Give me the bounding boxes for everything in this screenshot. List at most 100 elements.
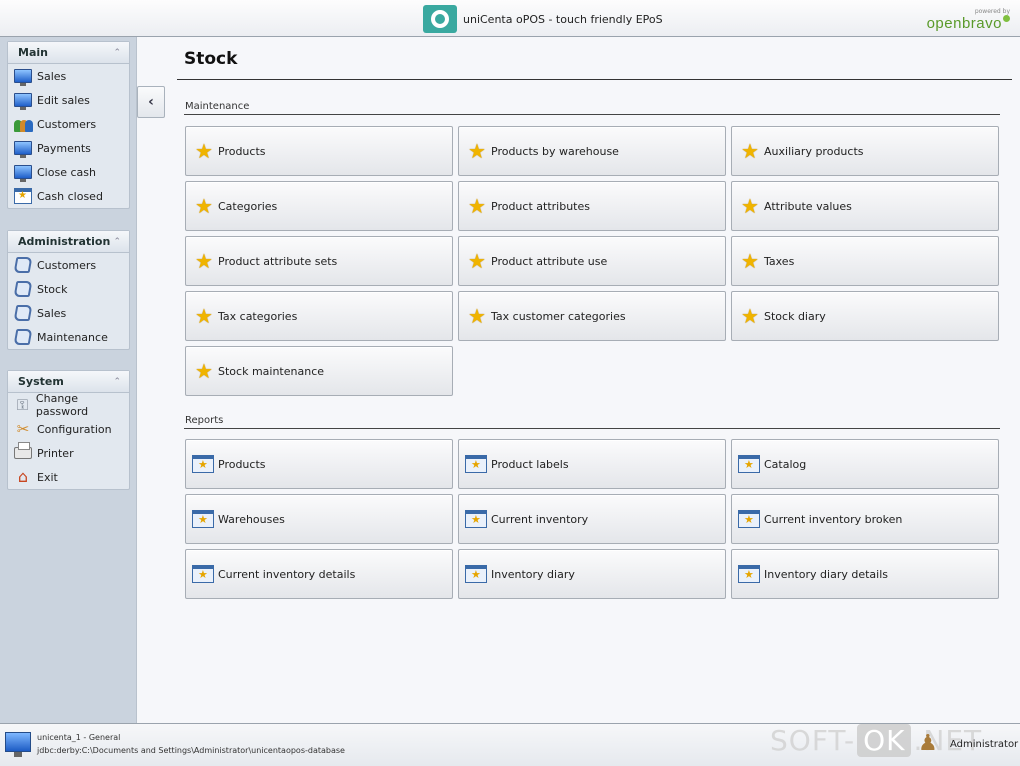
section-divider	[184, 428, 1000, 429]
watermark-text-ok: OK	[857, 724, 912, 757]
chevron-up-icon[interactable]: ⌃	[113, 237, 121, 247]
sidebar-group-title: Main	[18, 46, 48, 59]
report-icon	[192, 455, 214, 473]
tile-report-products[interactable]: Products	[185, 439, 453, 489]
section-divider	[184, 114, 1000, 115]
app-logo-icon	[423, 5, 457, 33]
tile-label: Categories	[218, 199, 278, 213]
tile-label: Current inventory details	[218, 567, 356, 581]
tile-label: Inventory diary	[491, 567, 575, 581]
main-panel: Stock Maintenance ★ Products ★ Products by…	[137, 37, 1020, 723]
chevron-up-icon[interactable]: ⌃	[113, 377, 121, 387]
sidebar-group-header[interactable]: Main ⌃	[8, 42, 129, 64]
monitor-icon	[14, 93, 32, 110]
chevron-left-icon: ‹	[148, 94, 154, 110]
report-icon	[192, 565, 214, 583]
tile-label: Stock diary	[764, 309, 826, 323]
sidebar-item-printer[interactable]: Printer	[8, 441, 129, 465]
report-icon	[738, 510, 760, 528]
house-icon: ⌂	[17, 467, 29, 486]
tile-report-current-inventory-broken[interactable]: Current inventory broken	[731, 494, 999, 544]
tile-report-inventory-diary-details[interactable]: Inventory diary details	[731, 549, 999, 599]
sidebar-item-close-cash[interactable]: Close cash	[8, 160, 129, 184]
sidebar-item-label: Close cash	[37, 165, 96, 179]
sidebar-item-label: Sales	[37, 69, 67, 83]
sidebar-item-label: Configuration	[37, 422, 112, 436]
sidebar-item-exit[interactable]: ⌂ Exit	[8, 465, 129, 489]
star-icon: ★	[195, 304, 213, 328]
tile-report-current-inventory[interactable]: Current inventory	[458, 494, 726, 544]
status-host: unicenta_1 - General	[37, 733, 121, 742]
report-icon	[738, 455, 760, 473]
sidebar-item-maintenance[interactable]: Maintenance	[8, 325, 129, 349]
brand-name: openbravo	[926, 15, 1002, 32]
sidebar-item-stock[interactable]: Stock	[8, 277, 129, 301]
tools-icon: ✂	[16, 420, 30, 438]
sidebar-item-label: Customers	[37, 117, 97, 131]
sidebar-item-cash-closed[interactable]: Cash closed	[8, 184, 129, 208]
sidebar-item-configuration[interactable]: ✂ Configuration	[8, 417, 129, 441]
tile-product-attributes[interactable]: ★ Product attributes	[458, 181, 726, 231]
sidebar-item-label: Printer	[37, 446, 74, 460]
sidebar-item-admin-customers[interactable]: Customers	[8, 253, 129, 277]
sidebar-group-administration: Administration ⌃ Customers Stock Sales M…	[7, 230, 130, 350]
collapse-sidebar-button[interactable]: ‹	[137, 86, 165, 118]
star-icon: ★	[195, 139, 213, 163]
tile-stock-diary[interactable]: ★ Stock diary	[731, 291, 999, 341]
tile-label: Taxes	[764, 254, 795, 268]
report-icon	[465, 455, 487, 473]
sidebar-item-label: Customers	[37, 258, 97, 272]
sidebar-item-edit-sales[interactable]: Edit sales	[8, 88, 129, 112]
tile-products[interactable]: ★ Products	[185, 126, 453, 176]
sidebar-item-admin-sales[interactable]: Sales	[8, 301, 129, 325]
tile-label: Product attribute sets	[218, 254, 338, 268]
app-title: uniCenta oPOS - touch friendly EPoS	[463, 12, 663, 26]
app-title-group: uniCenta oPOS - touch friendly EPoS	[423, 5, 663, 33]
sidebar-item-label: Change password	[35, 392, 89, 418]
tile-product-attribute-sets[interactable]: ★ Product attribute sets	[185, 236, 453, 286]
sidebar-item-sales[interactable]: Sales	[8, 64, 129, 88]
watermark-text-pre: SOFT-	[770, 724, 856, 757]
star-icon: ★	[741, 194, 759, 218]
tile-product-attribute-use[interactable]: ★ Product attribute use	[458, 236, 726, 286]
tile-tax-categories[interactable]: ★ Tax categories	[185, 291, 453, 341]
people-icon	[14, 116, 33, 132]
star-icon: ★	[468, 139, 486, 163]
tile-report-inventory-diary[interactable]: Inventory diary	[458, 549, 726, 599]
sidebar-group-header[interactable]: System ⌃	[8, 371, 129, 393]
tile-label: Product labels	[491, 457, 569, 471]
tile-label: Current inventory broken	[764, 512, 903, 526]
tile-products-by-warehouse[interactable]: ★ Products by warehouse	[458, 126, 726, 176]
tile-report-product-labels[interactable]: Product labels	[458, 439, 726, 489]
sidebar-item-label: Stock	[37, 282, 68, 296]
tile-tax-customer-categories[interactable]: ★ Tax customer categories	[458, 291, 726, 341]
tile-report-current-inventory-details[interactable]: Current inventory details	[185, 549, 453, 599]
sidebar-group-header[interactable]: Administration ⌃	[8, 231, 129, 253]
star-icon: ★	[195, 249, 213, 273]
sidebar-item-change-password[interactable]: ⚿ Change password	[8, 392, 129, 418]
tile-label: Warehouses	[218, 512, 285, 526]
sidebar-item-label: Edit sales	[37, 93, 90, 107]
tile-taxes[interactable]: ★ Taxes	[731, 236, 999, 286]
tile-label: Current inventory	[491, 512, 589, 526]
tile-categories[interactable]: ★ Categories	[185, 181, 453, 231]
tile-auxiliary-products[interactable]: ★ Auxiliary products	[731, 126, 999, 176]
tile-label: Product attributes	[491, 199, 590, 213]
sidebar-item-payments[interactable]: Payments	[8, 136, 129, 160]
book-icon	[13, 305, 33, 321]
tile-report-warehouses[interactable]: Warehouses	[185, 494, 453, 544]
key-icon: ⚿	[16, 396, 29, 414]
user-name: Administrator	[950, 739, 1019, 750]
page-title: Stock	[184, 49, 238, 69]
star-icon: ★	[741, 304, 759, 328]
tile-report-catalog[interactable]: Catalog	[731, 439, 999, 489]
chevron-up-icon[interactable]: ⌃	[113, 48, 121, 58]
sidebar-group-system: System ⌃ ⚿ Change password ✂ Configurati…	[7, 370, 130, 490]
monitor-icon	[14, 69, 32, 86]
tile-stock-maintenance[interactable]: ★ Stock maintenance	[185, 346, 453, 396]
sidebar-group-title: Administration	[18, 235, 111, 248]
tile-attribute-values[interactable]: ★ Attribute values	[731, 181, 999, 231]
report-icon	[738, 565, 760, 583]
sidebar-group-title: System	[18, 375, 64, 388]
sidebar-item-customers[interactable]: Customers	[8, 112, 129, 136]
